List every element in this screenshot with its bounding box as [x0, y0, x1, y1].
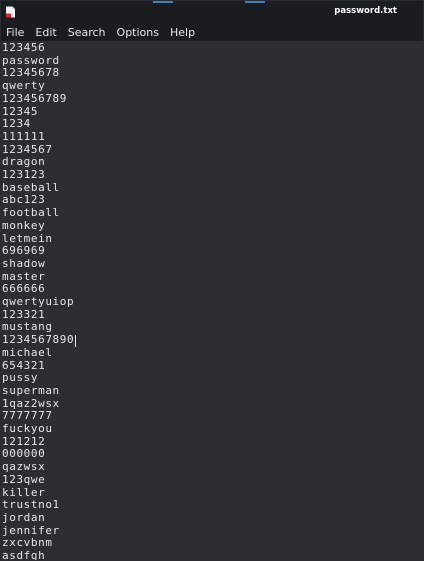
- menu-help[interactable]: Help: [170, 26, 195, 39]
- text-line: 123456: [2, 42, 46, 54]
- text-line: shadow: [2, 256, 46, 270]
- menu-search[interactable]: Search: [68, 26, 106, 39]
- text-line: asdfgh: [2, 549, 46, 561]
- menu-file[interactable]: File: [6, 26, 24, 39]
- text-line: qwertyuiop: [2, 295, 75, 308]
- window-title: password.txt: [334, 6, 397, 16]
- text-editor-window: password.txt File Edit Search Options He…: [0, 0, 424, 561]
- menu-bar: File Edit Search Options Help: [1, 23, 423, 42]
- text-line: 123123: [2, 168, 46, 181]
- text-line: 1234: [2, 117, 31, 131]
- title-bar[interactable]: password.txt: [1, 1, 423, 23]
- text-line: monkey: [2, 218, 46, 232]
- text-line: qwerty: [2, 79, 46, 93]
- text-line: qazwsx: [2, 460, 46, 474]
- text-line: 696969: [2, 244, 46, 258]
- text-line: fuckyou: [2, 422, 53, 435]
- title-accent-left: [153, 1, 173, 3]
- text-editor-area[interactable]: 123456 password 12345678 qwerty 123456789 123…: [1, 42, 423, 561]
- text-line: football: [2, 206, 60, 220]
- text-editor-icon: [6, 6, 15, 18]
- text-line: 123456789: [2, 91, 68, 105]
- menu-edit[interactable]: Edit: [35, 26, 56, 39]
- text-line: jordan: [2, 510, 46, 524]
- text-line: pussy: [2, 371, 39, 385]
- text-line: trustno1: [2, 498, 60, 512]
- text-line: 1234567890: [2, 333, 75, 347]
- text-line: michael: [2, 345, 53, 359]
- text-caret: [75, 334, 77, 347]
- text-line: 123qwe: [2, 472, 46, 486]
- title-accent-right: [245, 1, 265, 3]
- menu-options[interactable]: Options: [117, 26, 159, 39]
- text-line: 111111: [2, 129, 46, 143]
- text-line: superman: [2, 383, 60, 397]
